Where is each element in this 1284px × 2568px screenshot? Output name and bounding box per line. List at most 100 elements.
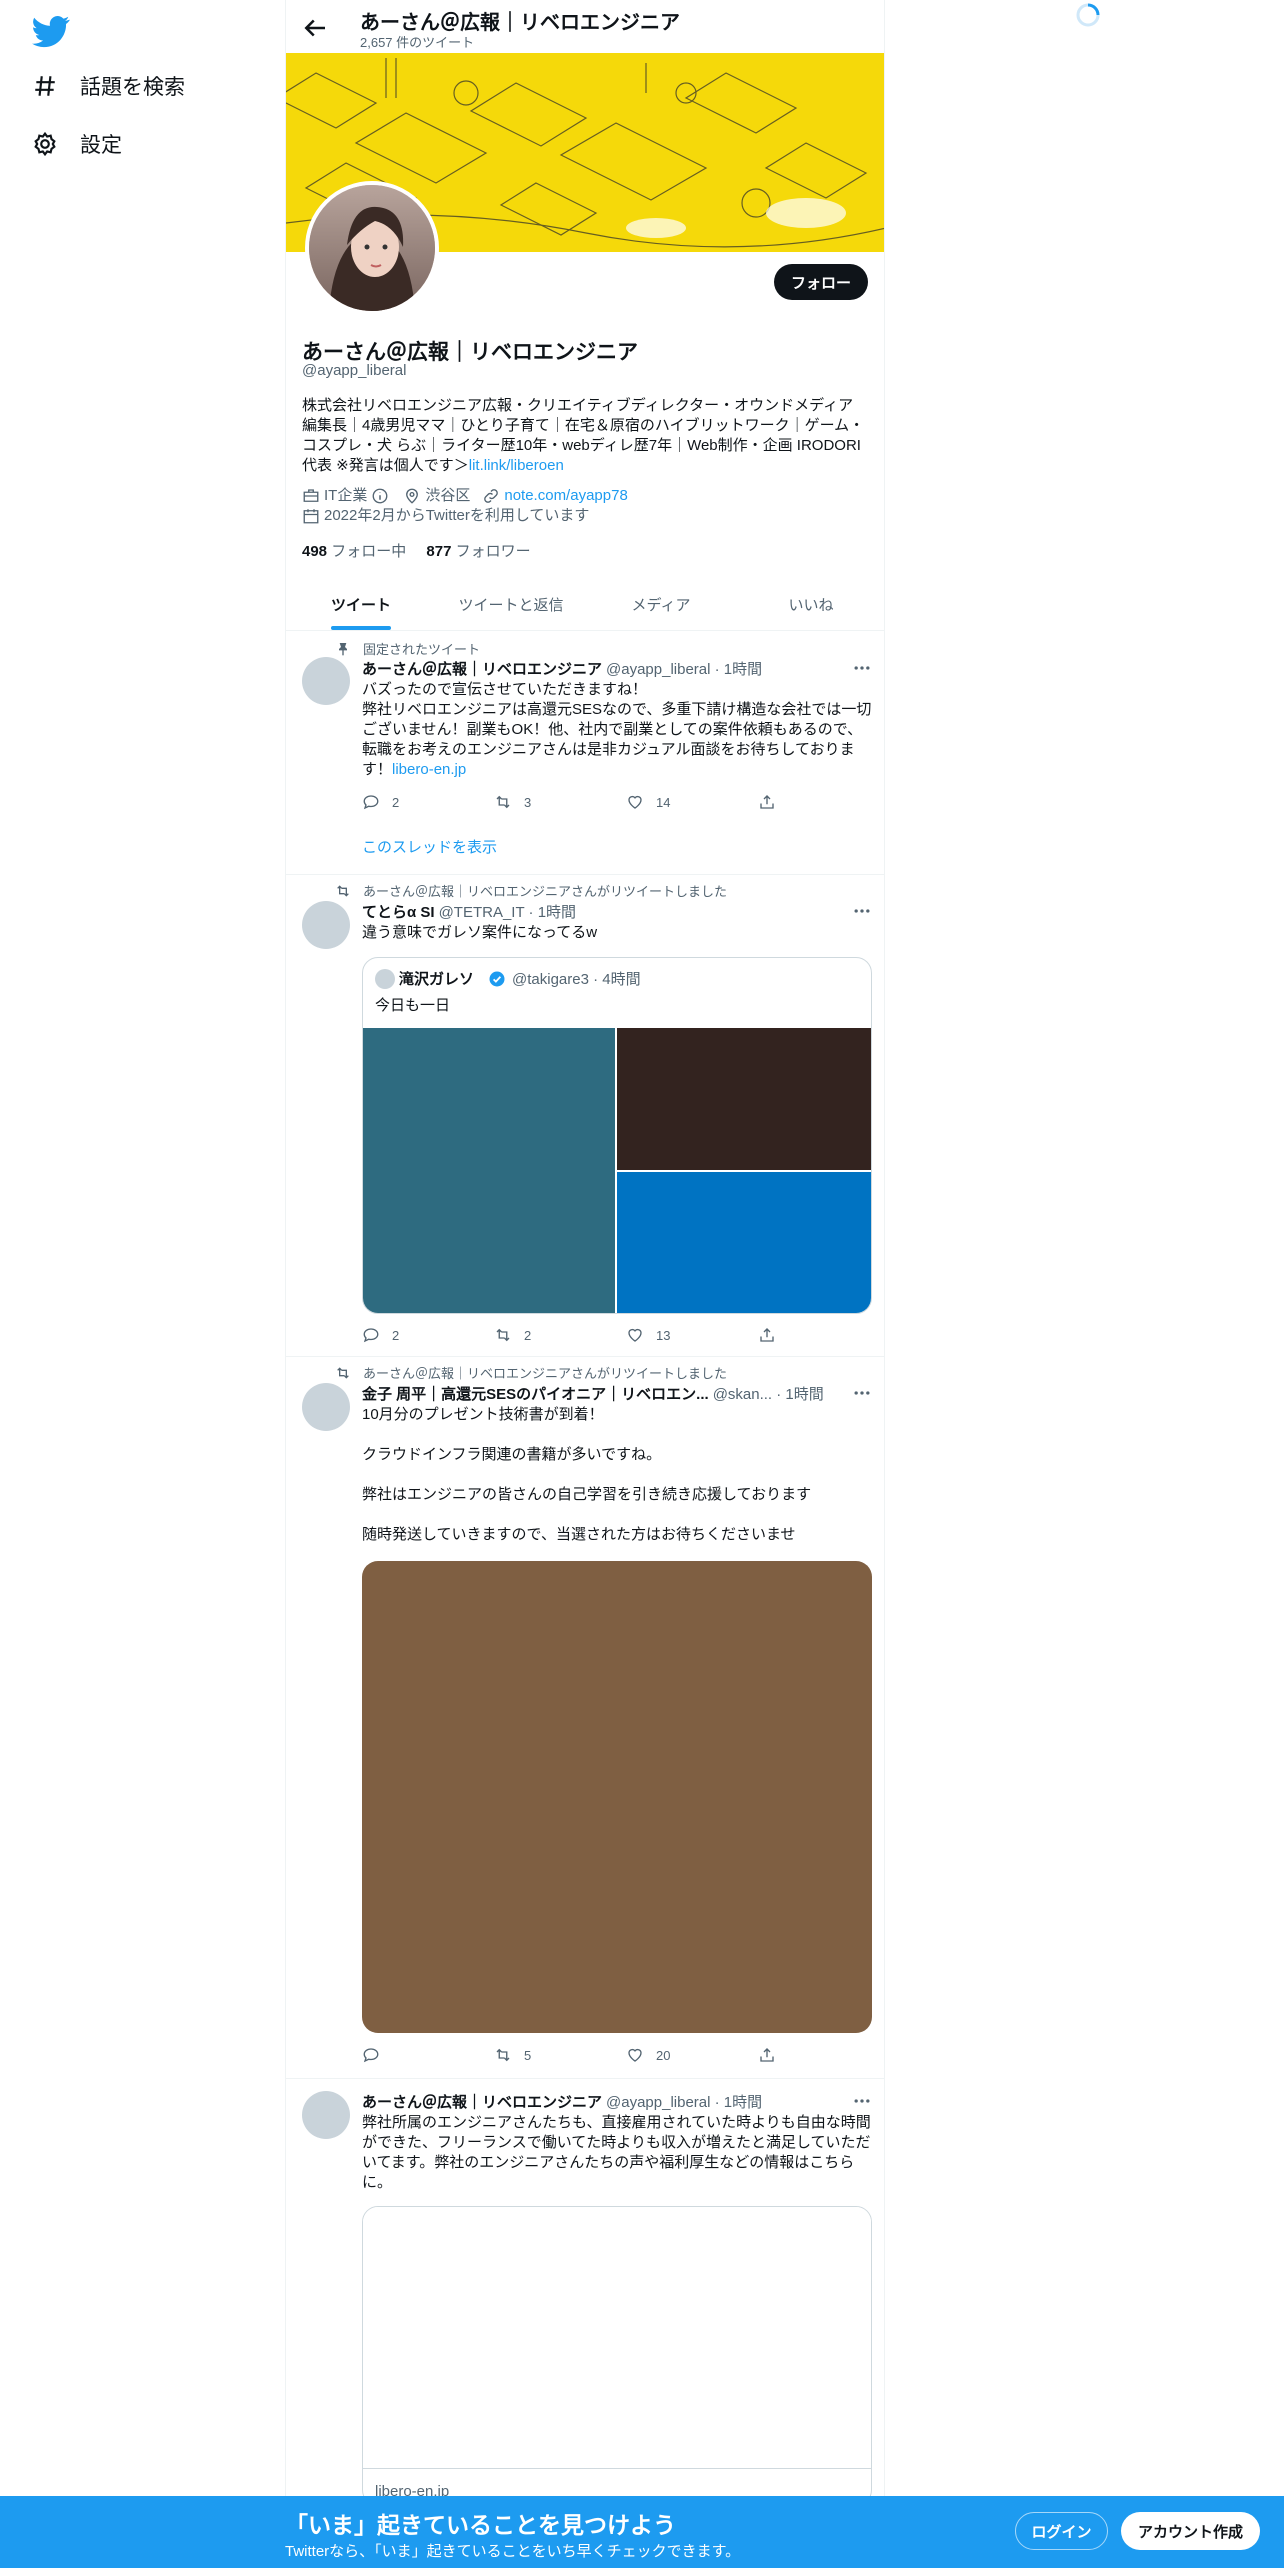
tab-tweets[interactable]: ツイート (286, 578, 436, 630)
tweet-header: てとらα SI @TETRA_IT · 1時間 (362, 901, 872, 922)
more-options-icon[interactable] (852, 901, 872, 921)
heart-icon (628, 795, 642, 809)
retweet-social-context: あーさん＠広報｜リベロエンジニアさんがリツイートしました (335, 1363, 727, 1382)
tweet-text: 違う意味でガレソ案件になってるw (362, 924, 598, 941)
tweet-header: あーさん＠広報｜リベロエンジニア @ayapp_liberal · 1時間 (362, 658, 872, 679)
retweet-icon (496, 2048, 510, 2062)
tweet-author-name[interactable]: てとらα SI (362, 901, 435, 922)
like-count: 14 (656, 794, 671, 810)
share-button[interactable] (758, 1326, 788, 1344)
tab-media[interactable]: メディア (586, 578, 736, 630)
tweet-author-name[interactable]: あーさん＠広報｜リベロエンジニア (362, 658, 602, 679)
signup-banner-title: 「いま」起きていることを見つけよう (285, 2512, 676, 2538)
twitter-logo-icon[interactable] (32, 12, 70, 50)
tweet-retweet-photo[interactable]: あーさん＠広報｜リベロエンジニアさんがリツイートしました 金子 周平｜高還元SE… (286, 1357, 884, 2079)
more-options-icon[interactable] (852, 1383, 872, 1403)
tweet-actions: 5 20 (362, 2046, 802, 2066)
reply-button[interactable]: 2 (362, 1326, 399, 1344)
tweet-author-name[interactable]: 金子 周平｜高還元SESのパイオニア｜リベロエン... (362, 1383, 709, 1404)
tweet-text: 10月分のプレゼント技術書が到着！ クラウドインフラ関連の書籍が多いですね。 弊… (362, 1406, 812, 1543)
tweet-text: バズったので宣伝させていただきますね！ 弊社リベロエンジニアは高還元SESなので… (362, 680, 872, 780)
profile-header-bar: あーさん＠広報｜リベロエンジニア 2,657 件のツイート (286, 0, 884, 53)
tweet-author-name[interactable]: あーさん＠広報｜リベロエンジニア (362, 2091, 602, 2112)
tweet-photo[interactable] (362, 1561, 872, 2033)
following-label: フォロー中 (331, 543, 407, 560)
tweet-author-handle[interactable]: @TETRA_IT · 1時間 (439, 901, 576, 922)
tweet-link[interactable]: libero-en.jp (392, 761, 466, 778)
reply-icon (363, 2048, 379, 2063)
tweet-avatar[interactable] (302, 657, 350, 705)
verified-badge-icon (489, 971, 505, 986)
quoted-tweet-text: 今日も一日 (375, 997, 451, 1014)
tweet-header: あーさん＠広報｜リベロエンジニア @ayapp_liberal · 1時間 (362, 2091, 872, 2112)
quoted-photo-3[interactable] (617, 1172, 871, 1313)
link-icon (484, 489, 499, 503)
briefcase-icon (303, 489, 319, 502)
like-button[interactable]: 14 (626, 793, 670, 811)
following-link[interactable]: 498 フォロー中 (302, 543, 406, 560)
tweet-link-card[interactable]: あーさん＠広報｜リベロエンジニア @ayapp_liberal · 1時間 弊社… (286, 2079, 884, 2568)
retweet-button[interactable]: 5 (494, 2046, 531, 2064)
quoted-photo-2[interactable] (617, 1028, 871, 1170)
tweet-avatar[interactable] (302, 1383, 350, 1431)
retweet-icon (496, 795, 510, 809)
tweet-text: 弊社所属のエンジニアさんたちも、直接雇用されていた時よりも自由な時間ができた、フ… (362, 2114, 871, 2191)
pinned-label: 固定されたツイート (335, 639, 480, 658)
profile-bio-link[interactable]: lit.link/liberoen (469, 457, 564, 474)
tweet-pinned[interactable]: 固定されたツイート あーさん＠広報｜リベロエンジニア @ayapp_libera… (286, 631, 884, 875)
quoted-photo-1[interactable] (363, 1028, 615, 1313)
show-thread-link[interactable]: このスレッドを表示 (362, 838, 872, 858)
tweet-author-handle[interactable]: @skan... · 1時間 (713, 1383, 824, 1404)
reply-button[interactable] (362, 2046, 392, 2064)
tweet-author-handle[interactable]: @ayapp_liberal · 1時間 (606, 658, 762, 679)
retweet-social-context: あーさん＠広報｜リベロエンジニアさんがリツイートしました (335, 881, 727, 900)
share-button[interactable] (758, 793, 788, 811)
signup-button[interactable]: アカウント作成 (1121, 2512, 1260, 2550)
calendar-icon (303, 509, 319, 524)
nav-settings-label: 設定 (80, 134, 122, 157)
signup-banner-subtitle: Twitterなら、「いま」起きていることをいち早くチェックできます。 (285, 2543, 741, 2560)
tab-likes[interactable]: いいね (736, 578, 884, 630)
nav-explore-label: 話題を検索 (80, 76, 185, 99)
followers-link[interactable]: 877 フォロワー (426, 543, 530, 560)
link-preview-card[interactable]: libero-en.jp (362, 2206, 872, 2506)
more-options-icon[interactable] (852, 658, 872, 678)
retweet-button[interactable]: 3 (494, 793, 531, 811)
tweet-avatar[interactable] (302, 2091, 350, 2139)
signup-banner: 「いま」起きていることを見つけよう Twitterなら、「いま」起きていることを… (0, 2496, 1284, 2568)
tab-tweets-replies[interactable]: ツイートと返信 (436, 578, 586, 630)
quoted-author-name: 滝沢ガレソ (399, 971, 475, 988)
more-options-icon[interactable] (852, 2091, 872, 2111)
nav-settings[interactable]: 設定 (32, 124, 122, 164)
login-button[interactable]: ログイン (1015, 2512, 1108, 2550)
like-button[interactable]: 13 (626, 1326, 670, 1344)
tweet-avatar[interactable] (302, 901, 350, 949)
like-button[interactable]: 20 (626, 2046, 670, 2064)
share-button[interactable] (758, 2046, 788, 2064)
nav-explore[interactable]: 話題を検索 (32, 66, 185, 106)
header-title: あーさん＠広報｜リベロエンジニア (360, 12, 680, 34)
quoted-avatar (375, 968, 395, 989)
profile-handle: @ayapp_liberal (302, 362, 407, 379)
retweet-count: 2 (524, 1327, 532, 1343)
followers-count: 877 (426, 543, 452, 560)
reply-icon (363, 795, 379, 810)
back-arrow-icon[interactable] (300, 13, 330, 43)
reply-button[interactable]: 2 (362, 793, 399, 811)
profile-website-link[interactable]: note.com/ayapp78 (504, 486, 627, 506)
tweet-author-handle[interactable]: @ayapp_liberal · 1時間 (606, 2091, 762, 2112)
profile-stats: 498 フォロー中 877 フォロワー (302, 540, 531, 561)
retweet-button[interactable]: 2 (494, 1326, 531, 1344)
follow-button[interactable]: フォロー (774, 264, 868, 300)
gear-icon (34, 131, 56, 157)
info-icon[interactable] (371, 487, 389, 505)
tweet-actions: 2 3 14 (362, 793, 802, 813)
retweet-count: 3 (524, 794, 532, 810)
profile-avatar[interactable] (305, 181, 439, 315)
quoted-tweet-header: 滝沢ガレソ @takigare3 · 4時間 (375, 968, 641, 989)
profile-joined: 2022年2月からTwitterを利用しています (324, 507, 590, 524)
loading-spinner-icon (1076, 3, 1100, 27)
quoted-tweet[interactable]: 滝沢ガレソ @takigare3 · 4時間 今日も一日 (362, 957, 872, 1314)
tweet-retweet-quote[interactable]: あーさん＠広報｜リベロエンジニアさんがリツイートしました てとらα SI @TE… (286, 875, 884, 1357)
profile-column: あーさん＠広報｜リベロエンジニア 2,657 件のツイート フォロー あーさん＠… (285, 0, 885, 2568)
